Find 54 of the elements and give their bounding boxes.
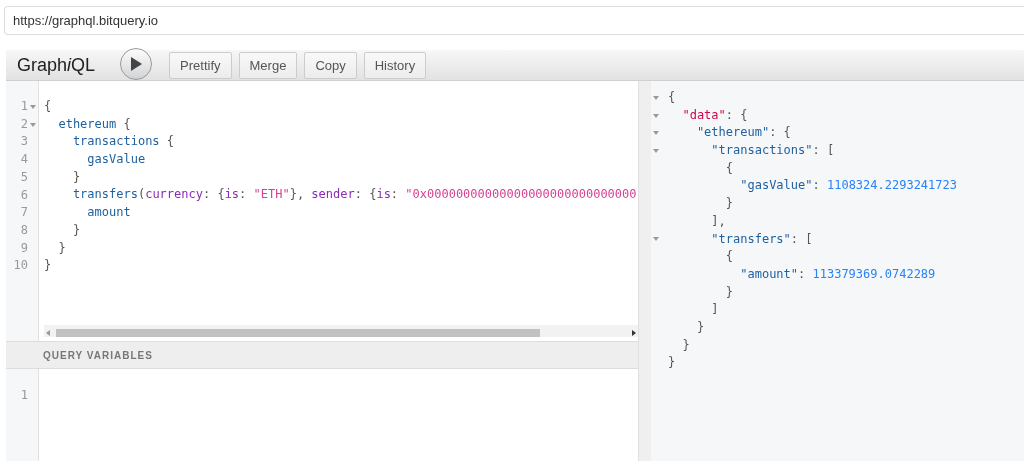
code-line: "transactions": [	[710, 142, 836, 160]
line-number: 2	[20, 115, 28, 133]
fold-arrow-icon[interactable]	[653, 147, 659, 154]
line-number: 1	[20, 387, 28, 404]
code-line: "amount": 113379369.0742289	[739, 265, 937, 283]
fold-arrow-icon[interactable]	[30, 121, 36, 128]
fold-arrow-icon[interactable]	[30, 103, 36, 110]
code-line: {	[724, 248, 735, 266]
line-number: 6	[20, 186, 28, 204]
code-line: }	[681, 336, 691, 354]
toolbar-button[interactable]: Merge	[238, 51, 298, 79]
line-number: 3	[20, 133, 28, 151]
line-number: 8	[20, 221, 28, 239]
code-line: ]	[710, 301, 720, 319]
toolbar-button[interactable]: Prettify	[169, 51, 232, 79]
line-number: 10	[13, 257, 28, 275]
fold-arrow-icon[interactable]	[653, 130, 659, 137]
code-line: }	[71, 168, 82, 186]
play-icon	[130, 57, 143, 71]
code-line: }	[724, 283, 735, 301]
code-line: }	[57, 239, 67, 257]
url-field[interactable]: https://graphql.bitquery.io	[4, 6, 1024, 35]
horizontal-scrollbar[interactable]	[44, 325, 638, 337]
line-number: 7	[20, 204, 28, 222]
code-line: "gasValue": 1108324.2293241723	[739, 177, 958, 195]
code-line: "data": {	[681, 106, 749, 124]
fold-arrow-icon[interactable]	[653, 94, 659, 101]
code-line: }	[724, 195, 735, 213]
code-line: ethereum {	[57, 115, 132, 133]
code-line: transactions {	[71, 133, 176, 151]
line-number: 1	[20, 98, 28, 115]
code-line: transfers(currency: {is: "ETH"}, sender: {is: "0x00000000000000000000000000000	[71, 186, 638, 204]
toolbar-button[interactable]: History	[363, 51, 427, 79]
code-line: "ethereum": {	[695, 124, 792, 142]
run-button[interactable]	[120, 48, 153, 80]
line-number: 5	[20, 168, 28, 186]
code-line: {	[724, 159, 735, 177]
code-line: {	[668, 89, 677, 106]
code-line: amount	[86, 204, 132, 222]
toolbar-button[interactable]: Copy	[304, 51, 357, 79]
code-line: }	[44, 257, 53, 275]
fold-arrow-icon[interactable]	[653, 112, 659, 119]
query-variables-header[interactable]: QUERY VARIABLES	[6, 341, 638, 369]
code-line: {	[44, 98, 53, 115]
code-line: gasValue	[86, 151, 147, 169]
app-title: GraphiQL	[17, 54, 96, 76]
fold-arrow-icon[interactable]	[653, 236, 659, 243]
code-line: ],	[710, 212, 727, 230]
code-line: }	[695, 318, 706, 336]
line-number: 4	[20, 151, 28, 169]
code-line: "transfers": [	[710, 230, 814, 248]
line-number: 9	[20, 239, 28, 257]
code-line: }	[71, 221, 82, 239]
code-line: }	[668, 354, 677, 372]
